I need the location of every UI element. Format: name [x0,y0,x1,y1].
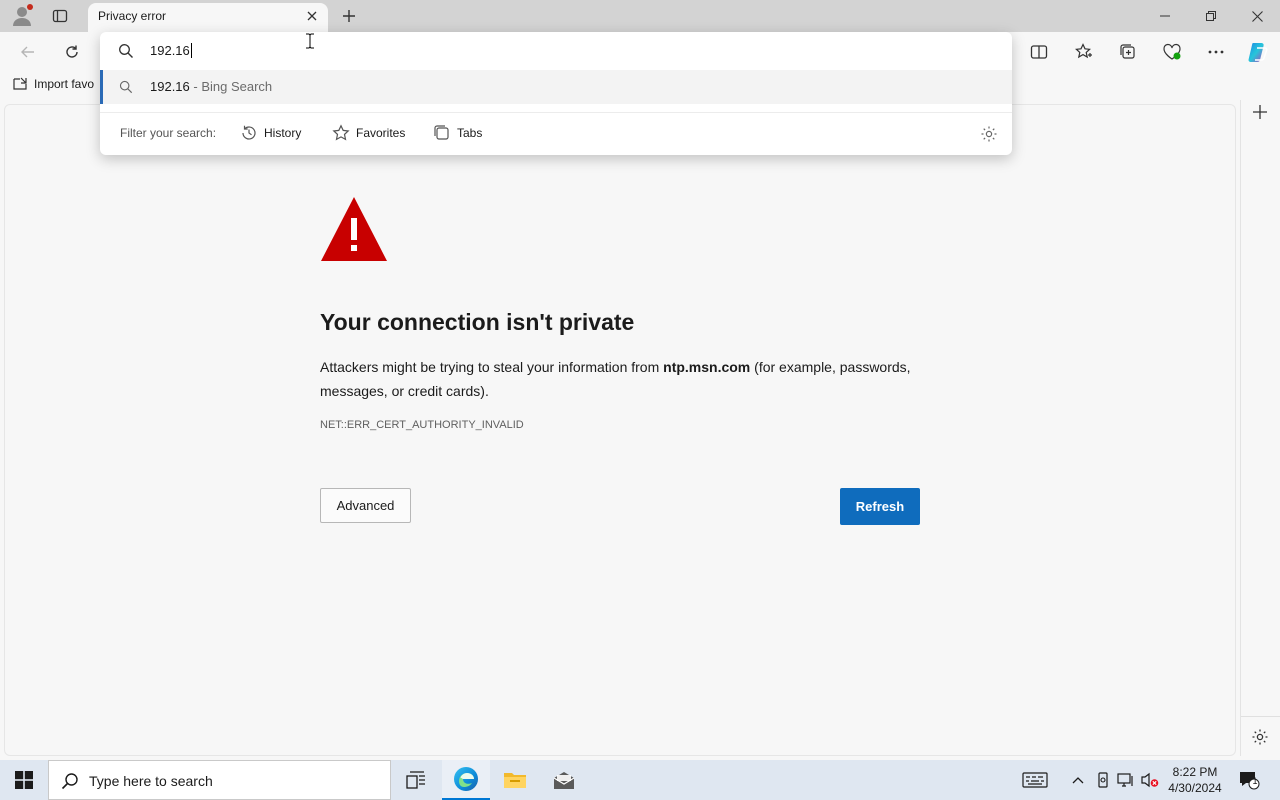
search-filter-row: Filter your search: History Favorites Ta… [100,112,1012,152]
copilot-icon[interactable] [1244,38,1272,66]
text-caret [190,43,192,58]
search-settings-icon[interactable] [980,125,998,143]
sidebar-add-icon[interactable] [1252,104,1270,122]
text-cursor-icon [305,33,315,49]
refresh-button[interactable]: Refresh [840,488,920,525]
clock-date: 4/30/2024 [1168,781,1222,795]
suggestion-query: 192.16 [150,79,190,94]
favorites-icon[interactable] [1070,38,1098,66]
device-icon[interactable] [1093,770,1113,790]
warning-icon [320,196,388,262]
error-code: NET::ERR_CERT_AUTHORITY_INVALID [320,419,524,431]
typed-text: 192.16 [150,43,190,58]
address-input-text: 192.16 [150,43,192,58]
restore-button[interactable] [1188,0,1234,32]
task-view-icon[interactable] [392,760,440,800]
edge-taskbar-icon[interactable] [442,760,490,800]
taskbar: Type here to search 8:22 PM 4/30/2024 1 [0,760,1280,800]
suggestion-row[interactable]: 192.16 - Bing Search [100,70,1012,104]
windows-icon [15,771,33,789]
taskbar-search-box[interactable]: Type here to search [48,760,391,800]
filter-tabs-label: Tabs [457,126,483,140]
filter-tabs[interactable]: Tabs [433,123,482,143]
sidebar-settings-icon[interactable] [1251,728,1269,746]
filter-label: Filter your search: [120,126,217,140]
clock-time: 8:22 PM [1172,765,1218,779]
notification-count: 1 [1252,776,1258,786]
suggestion-text: 192.16 - Bing Search [150,79,272,94]
system-clock[interactable]: 8:22 PM 4/30/2024 [1160,764,1230,796]
filter-history[interactable]: History [240,123,301,143]
search-icon [118,43,134,59]
tabs-icon [434,125,449,140]
start-button[interactable] [0,760,48,800]
tab-title: Privacy error [98,9,167,23]
file-explorer-icon[interactable] [491,760,539,800]
description-text-before: Attackers might be trying to steal your … [320,359,664,375]
import-favorites-button[interactable]: Import favo [12,76,94,92]
filter-favorites-label: Favorites [356,126,406,140]
title-bar: Privacy error [0,0,1280,32]
profile-notification-dot [27,4,33,10]
collections-icon[interactable] [1114,38,1142,66]
browser-essentials-icon[interactable] [1158,38,1186,66]
filter-favorites[interactable]: Favorites [332,123,405,143]
input-indicator-icon[interactable] [1022,770,1048,790]
refresh-icon[interactable] [58,38,86,66]
page-title: Your connection isn't private [320,309,635,335]
taskbar-search-icon [61,772,79,790]
more-options-icon[interactable] [1202,38,1230,66]
star-icon [332,124,350,141]
description-host: ntp.msn.com [663,359,751,375]
tab-privacy-error[interactable]: Privacy error [88,3,328,32]
minimize-button[interactable] [1142,0,1188,32]
mail-icon[interactable] [540,760,588,800]
advanced-button[interactable]: Advanced [320,488,411,523]
volume-muted-icon[interactable] [1140,770,1160,790]
error-description: Attackers might be trying to steal your … [320,355,940,403]
sidebar-divider [1241,716,1280,717]
notifications-icon[interactable]: 1 [1238,770,1260,790]
back-icon[interactable] [14,38,42,66]
filter-history-label: History [264,126,302,140]
tab-actions-icon[interactable] [48,5,72,27]
import-favorites-label: Import favo [34,77,95,91]
close-window-button[interactable] [1234,0,1280,32]
page-content [4,104,1236,756]
address-input[interactable]: 192.16 [100,32,1012,70]
history-icon [242,125,256,140]
show-hidden-icons-chevron-icon[interactable] [1068,770,1088,790]
address-bar-dropdown: 192.16 192.16 - Bing Search Filter your … [100,32,1012,155]
suggestion-search-icon [119,80,133,94]
suggestion-suffix: - Bing Search [189,79,273,94]
new-tab-button[interactable] [338,5,360,27]
split-screen-icon[interactable] [1025,38,1053,66]
sidebar [1240,100,1280,756]
taskbar-search-placeholder: Type here to search [89,773,213,789]
import-icon [13,77,27,90]
close-tab-icon[interactable] [304,8,320,24]
network-icon[interactable] [1116,770,1136,790]
